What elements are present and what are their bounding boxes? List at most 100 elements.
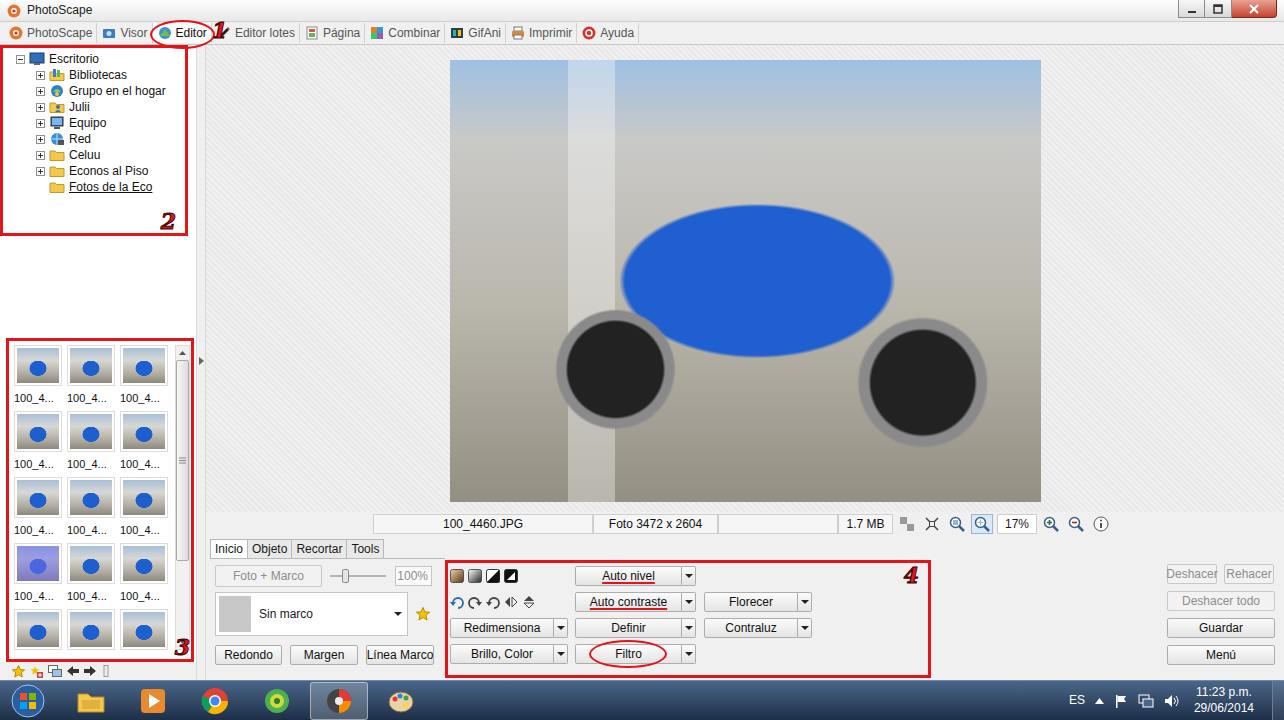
scroll-thumb[interactable] — [176, 360, 189, 561]
thumbnail[interactable]: 100_4... — [67, 477, 120, 543]
favorite-frame-icon[interactable] — [416, 607, 430, 621]
add-favorite-icon[interactable] — [30, 665, 43, 678]
black-white-icon[interactable] — [486, 569, 500, 583]
rotate-right-icon[interactable] — [486, 595, 500, 609]
tree-item[interactable]: Econos al Piso — [0, 163, 188, 179]
taskbar-app[interactable] — [248, 682, 306, 720]
maximize-button[interactable] — [1205, 0, 1232, 18]
app-tab[interactable]: Editor lotes — [212, 23, 300, 43]
thumbnail[interactable]: 100_4... — [120, 345, 173, 411]
arrow-right-icon[interactable] — [84, 666, 96, 676]
app-tab[interactable]: Ayuda — [577, 23, 639, 43]
app-tab[interactable]: Visor — [97, 23, 152, 43]
frame-style-button[interactable]: Margen — [290, 645, 358, 665]
zoom-level[interactable]: 17% — [997, 514, 1037, 534]
frame-select[interactable]: Sin marco — [215, 592, 408, 636]
tree-item[interactable]: Bibliotecas — [0, 67, 188, 83]
tab-label[interactable]: Imprimir — [529, 26, 572, 40]
dropdown-arrow-icon[interactable] — [394, 612, 402, 616]
tool-button-main[interactable]: Filtro — [575, 644, 682, 664]
tab-label[interactable]: Visor — [120, 26, 147, 40]
thumbnail[interactable]: 100_4... — [120, 411, 173, 477]
tool-dropdown[interactable] — [798, 592, 812, 612]
sepia-icon[interactable] — [450, 569, 464, 583]
clock[interactable]: 11:23 p.m.29/06/2014 — [1194, 685, 1254, 716]
taskbar-app[interactable] — [62, 682, 120, 720]
app-tab[interactable]: Editor1 — [153, 23, 212, 43]
menu-button[interactable]: Menú — [1167, 645, 1275, 665]
panel-tab[interactable]: Objeto — [247, 539, 292, 558]
expander-icon[interactable] — [36, 103, 45, 112]
frame-style-button[interactable]: Línea Marco — [366, 645, 434, 665]
thumbnail[interactable]: 100_4... — [120, 543, 173, 609]
tool-dropdown[interactable] — [682, 644, 696, 664]
collapse-arrow-icon[interactable] — [199, 357, 204, 365]
tab-label[interactable]: Combinar — [388, 26, 440, 40]
app-tab[interactable]: Combinar — [365, 23, 445, 43]
slider-thumb[interactable] — [342, 569, 349, 583]
tree-item[interactable]: Fotos de la Eco — [0, 179, 188, 195]
expander-icon[interactable] — [36, 167, 45, 176]
thumbnail[interactable]: 100_4... — [14, 345, 67, 411]
thumbnail[interactable] — [120, 609, 173, 662]
thumbnail[interactable]: 100_4... — [67, 543, 120, 609]
info-button[interactable] — [1090, 514, 1112, 534]
panel-tab[interactable]: Recortar — [291, 539, 347, 558]
taskbar-app[interactable] — [124, 682, 182, 720]
save-button[interactable]: Guardar — [1167, 618, 1275, 638]
flip-horizontal-icon[interactable] — [504, 595, 518, 609]
actual-size-button[interactable] — [946, 514, 968, 534]
fit-button[interactable] — [971, 514, 993, 534]
thumbnail[interactable]: 100_4... — [67, 345, 120, 411]
arrow-left-icon[interactable] — [67, 666, 79, 676]
tool-dropdown[interactable] — [682, 592, 696, 612]
rotate-free-icon[interactable] — [450, 595, 464, 609]
tool-button-main[interactable]: Definir — [575, 618, 682, 638]
network-icon[interactable] — [1138, 694, 1154, 708]
tab-label[interactable]: GifAni — [468, 26, 501, 40]
action-center-icon[interactable] — [1114, 694, 1128, 708]
background-button[interactable] — [896, 514, 918, 534]
thumbnail[interactable]: 100_4... — [14, 477, 67, 543]
tab-label[interactable]: Editor lotes — [235, 26, 295, 40]
tool-dropdown[interactable] — [682, 618, 696, 638]
expander-icon[interactable] — [36, 119, 45, 128]
favorite-icon[interactable] — [12, 665, 25, 678]
scroll-track[interactable] — [176, 360, 189, 635]
minimize-button[interactable] — [1178, 0, 1205, 18]
grayscale-icon[interactable] — [468, 569, 482, 583]
taskbar-app[interactable] — [310, 682, 368, 720]
handle-icon[interactable] — [101, 665, 111, 677]
tool-dropdown[interactable] — [798, 618, 812, 638]
expander-icon[interactable] — [16, 55, 25, 64]
opacity-slider[interactable] — [330, 566, 386, 586]
zoom-in-button[interactable] — [1040, 514, 1062, 534]
taskbar-app[interactable] — [186, 682, 244, 720]
start-button[interactable] — [8, 681, 48, 720]
tree-item[interactable]: Celuu — [0, 147, 188, 163]
thumbnail[interactable]: 100_4... — [14, 411, 67, 477]
tool-button-main[interactable]: Auto nivel — [575, 566, 682, 586]
language-indicator[interactable]: ES — [1069, 693, 1085, 707]
tab-label[interactable]: Editor — [176, 26, 207, 40]
splitter[interactable] — [196, 45, 206, 680]
tree-item[interactable]: Julii — [0, 99, 188, 115]
thumbnail[interactable] — [67, 609, 120, 662]
tree-item[interactable]: Grupo en el hogar — [0, 83, 188, 99]
app-tab[interactable]: GifAni — [445, 23, 506, 43]
volume-icon[interactable] — [1164, 694, 1180, 708]
tool-dropdown[interactable] — [554, 644, 568, 664]
tree-item[interactable]: Equipo — [0, 115, 188, 131]
panel-tab[interactable]: Tools — [346, 539, 384, 558]
tab-label[interactable]: Página — [323, 26, 360, 40]
tool-dropdown[interactable] — [554, 618, 568, 638]
tool-button-main[interactable]: Contraluz — [704, 618, 798, 638]
tool-dropdown[interactable] — [682, 566, 696, 586]
scroll-up-button[interactable] — [176, 346, 189, 360]
negative-icon[interactable] — [504, 569, 518, 583]
tool-button-main[interactable]: Florecer — [704, 592, 798, 612]
thumbnail[interactable]: 100_4... — [67, 411, 120, 477]
close-button[interactable] — [1232, 0, 1277, 18]
tool-button-main[interactable]: Auto contraste — [575, 592, 682, 612]
zoom-out-button[interactable] — [1065, 514, 1087, 534]
